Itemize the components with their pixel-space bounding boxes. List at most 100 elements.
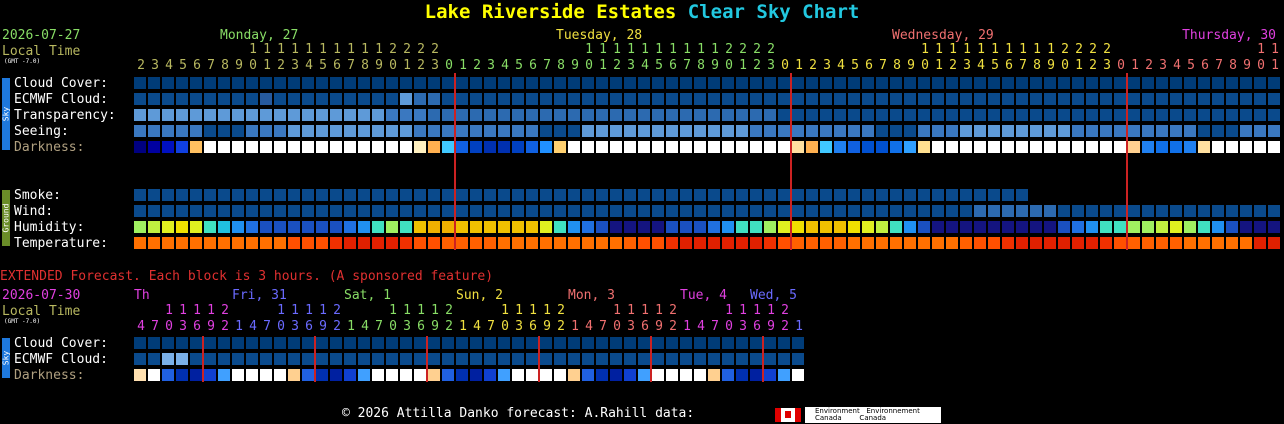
forecast-cell[interactable] xyxy=(372,109,384,121)
forecast-cell[interactable] xyxy=(708,109,720,121)
extended-forecast-cell[interactable] xyxy=(680,369,692,381)
forecast-cell[interactable] xyxy=(708,141,720,153)
forecast-cell[interactable] xyxy=(232,141,244,153)
extended-forecast-cell[interactable] xyxy=(288,369,300,381)
forecast-cell[interactable] xyxy=(540,189,552,201)
forecast-cell[interactable] xyxy=(820,141,832,153)
extended-forecast-cell[interactable] xyxy=(162,353,174,365)
forecast-cell[interactable] xyxy=(890,109,902,121)
forecast-cell[interactable] xyxy=(414,125,426,137)
forecast-cell[interactable] xyxy=(274,141,286,153)
forecast-cell[interactable] xyxy=(1100,93,1112,105)
forecast-cell[interactable] xyxy=(1184,125,1196,137)
extended-forecast-cell[interactable] xyxy=(750,353,762,365)
forecast-cell[interactable] xyxy=(1212,141,1224,153)
extended-forecast-cell[interactable] xyxy=(568,353,580,365)
forecast-cell[interactable] xyxy=(1002,189,1014,201)
forecast-cell[interactable] xyxy=(568,109,580,121)
forecast-cell[interactable] xyxy=(1002,109,1014,121)
extended-forecast-cell[interactable] xyxy=(190,337,202,349)
extended-forecast-cell[interactable] xyxy=(610,337,622,349)
forecast-cell[interactable] xyxy=(316,237,328,249)
forecast-cell[interactable] xyxy=(1016,93,1028,105)
forecast-cell[interactable] xyxy=(456,125,468,137)
extended-forecast-cell[interactable] xyxy=(260,337,272,349)
forecast-cell[interactable] xyxy=(316,125,328,137)
forecast-cell[interactable] xyxy=(512,237,524,249)
forecast-cell[interactable] xyxy=(918,109,930,121)
forecast-cell[interactable] xyxy=(470,221,482,233)
forecast-cell[interactable] xyxy=(232,205,244,217)
forecast-cell[interactable] xyxy=(134,125,146,137)
extended-forecast-cell[interactable] xyxy=(540,337,552,349)
extended-forecast-cell[interactable] xyxy=(778,337,790,349)
forecast-cell[interactable] xyxy=(596,93,608,105)
forecast-cell[interactable] xyxy=(218,205,230,217)
forecast-cell[interactable] xyxy=(1156,205,1168,217)
forecast-cell[interactable] xyxy=(820,205,832,217)
forecast-cell[interactable] xyxy=(288,125,300,137)
forecast-cell[interactable] xyxy=(932,125,944,137)
forecast-cell[interactable] xyxy=(750,109,762,121)
extended-forecast-cell[interactable] xyxy=(190,353,202,365)
extended-forecast-cell[interactable] xyxy=(568,369,580,381)
forecast-cell[interactable] xyxy=(890,205,902,217)
forecast-cell[interactable] xyxy=(246,189,258,201)
forecast-cell[interactable] xyxy=(288,221,300,233)
forecast-cell[interactable] xyxy=(666,237,678,249)
forecast-cell[interactable] xyxy=(330,189,342,201)
forecast-cell[interactable] xyxy=(1212,125,1224,137)
forecast-cell[interactable] xyxy=(876,125,888,137)
forecast-cell[interactable] xyxy=(470,205,482,217)
forecast-cell[interactable] xyxy=(148,189,160,201)
forecast-cell[interactable] xyxy=(232,77,244,89)
extended-forecast-cell[interactable] xyxy=(470,337,482,349)
forecast-cell[interactable] xyxy=(414,221,426,233)
extended-forecast-cell[interactable] xyxy=(708,337,720,349)
forecast-cell[interactable] xyxy=(442,221,454,233)
extended-forecast-cell[interactable] xyxy=(442,337,454,349)
extended-forecast-cell[interactable] xyxy=(610,369,622,381)
extended-forecast-cell[interactable] xyxy=(176,337,188,349)
forecast-cell[interactable] xyxy=(246,109,258,121)
extended-forecast-cell[interactable] xyxy=(568,337,580,349)
extended-forecast-cell[interactable] xyxy=(708,353,720,365)
forecast-cell[interactable] xyxy=(260,221,272,233)
extended-forecast-cell[interactable] xyxy=(512,337,524,349)
forecast-cell[interactable] xyxy=(414,237,426,249)
forecast-cell[interactable] xyxy=(1058,205,1070,217)
forecast-cell[interactable] xyxy=(834,109,846,121)
forecast-cell[interactable] xyxy=(1142,141,1154,153)
forecast-cell[interactable] xyxy=(1016,205,1028,217)
forecast-cell[interactable] xyxy=(946,141,958,153)
forecast-cell[interactable] xyxy=(1030,77,1042,89)
forecast-cell[interactable] xyxy=(316,221,328,233)
forecast-cell[interactable] xyxy=(162,125,174,137)
extended-forecast-cell[interactable] xyxy=(596,369,608,381)
forecast-cell[interactable] xyxy=(988,221,1000,233)
forecast-cell[interactable] xyxy=(708,221,720,233)
extended-forecast-cell[interactable] xyxy=(792,353,804,365)
forecast-cell[interactable] xyxy=(330,141,342,153)
forecast-cell[interactable] xyxy=(680,93,692,105)
forecast-cell[interactable] xyxy=(1170,221,1182,233)
forecast-cell[interactable] xyxy=(386,93,398,105)
forecast-cell[interactable] xyxy=(1212,93,1224,105)
forecast-cell[interactable] xyxy=(218,77,230,89)
extended-forecast-cell[interactable] xyxy=(638,353,650,365)
forecast-cell[interactable] xyxy=(820,93,832,105)
forecast-cell[interactable] xyxy=(680,77,692,89)
forecast-cell[interactable] xyxy=(1016,125,1028,137)
forecast-cell[interactable] xyxy=(316,141,328,153)
extended-forecast-cell[interactable] xyxy=(232,369,244,381)
forecast-cell[interactable] xyxy=(246,221,258,233)
forecast-cell[interactable] xyxy=(974,205,986,217)
forecast-cell[interactable] xyxy=(778,125,790,137)
extended-forecast-cell[interactable] xyxy=(246,369,258,381)
forecast-cell[interactable] xyxy=(890,125,902,137)
forecast-cell[interactable] xyxy=(1002,237,1014,249)
forecast-cell[interactable] xyxy=(736,93,748,105)
forecast-cell[interactable] xyxy=(1212,237,1224,249)
forecast-cell[interactable] xyxy=(428,189,440,201)
forecast-cell[interactable] xyxy=(792,125,804,137)
